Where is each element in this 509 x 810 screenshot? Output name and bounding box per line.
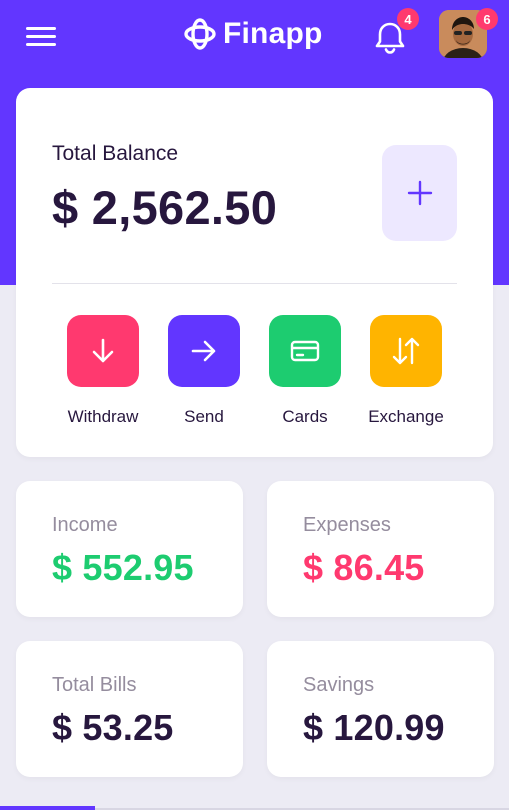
- balance-card: Total Balance $ 2,562.50 Withdraw Send C…: [16, 88, 493, 457]
- withdraw-icon-box: [67, 315, 139, 387]
- cards-label: Cards: [282, 407, 328, 426]
- swap-vertical-icon: [392, 337, 420, 365]
- withdraw-button[interactable]: Withdraw: [53, 315, 153, 427]
- cards-icon-box: [269, 315, 341, 387]
- arrow-down-icon: [92, 338, 114, 363]
- menu-icon-bar: [26, 43, 56, 46]
- arrow-right-icon: [191, 340, 216, 362]
- income-value: $ 552.95: [52, 547, 194, 588]
- total-bills-value: $ 53.25: [52, 707, 174, 748]
- expenses-label: Expenses: [303, 514, 391, 536]
- app-name: Finapp: [223, 17, 323, 50]
- menu-button[interactable]: [26, 25, 58, 47]
- plus-icon: [407, 180, 432, 206]
- income-card[interactable]: Income $ 552.95: [16, 481, 243, 617]
- send-button[interactable]: Send: [154, 315, 254, 427]
- send-icon-box: [168, 315, 240, 387]
- credit-card-icon: [290, 340, 320, 362]
- profile-badge: 6: [476, 8, 498, 30]
- exchange-icon-box: [370, 315, 442, 387]
- balance-label: Total Balance: [52, 142, 179, 165]
- withdraw-label: Withdraw: [67, 407, 139, 426]
- notification-count-badge: 4: [397, 8, 419, 30]
- menu-icon: [26, 27, 56, 30]
- expenses-value: $ 86.45: [303, 547, 425, 588]
- savings-card[interactable]: Savings $ 120.99: [267, 641, 494, 777]
- income-label: Income: [52, 514, 118, 536]
- send-label: Send: [184, 407, 224, 426]
- app-logo[interactable]: Finapp: [183, 14, 323, 54]
- exchange-label: Exchange: [368, 407, 444, 426]
- savings-value: $ 120.99: [303, 707, 445, 748]
- notifications-button[interactable]: 4: [370, 8, 419, 54]
- savings-label: Savings: [303, 674, 375, 696]
- cards-button[interactable]: Cards: [255, 315, 355, 427]
- logo-icon: [184, 18, 216, 50]
- total-bills-label: Total Bills: [52, 674, 137, 696]
- expenses-card[interactable]: Expenses $ 86.45: [267, 481, 494, 617]
- menu-icon-bar: [26, 35, 56, 38]
- top-app-bar: Finapp 4 6: [0, 0, 509, 70]
- total-bills-card[interactable]: Total Bills $ 53.25: [16, 641, 243, 777]
- exchange-button[interactable]: Exchange: [356, 315, 456, 427]
- add-balance-button[interactable]: [382, 145, 457, 241]
- bottom-nav-active-indicator: [0, 806, 95, 810]
- balance-value: $ 2,562.50: [52, 181, 278, 234]
- divider: [52, 283, 457, 284]
